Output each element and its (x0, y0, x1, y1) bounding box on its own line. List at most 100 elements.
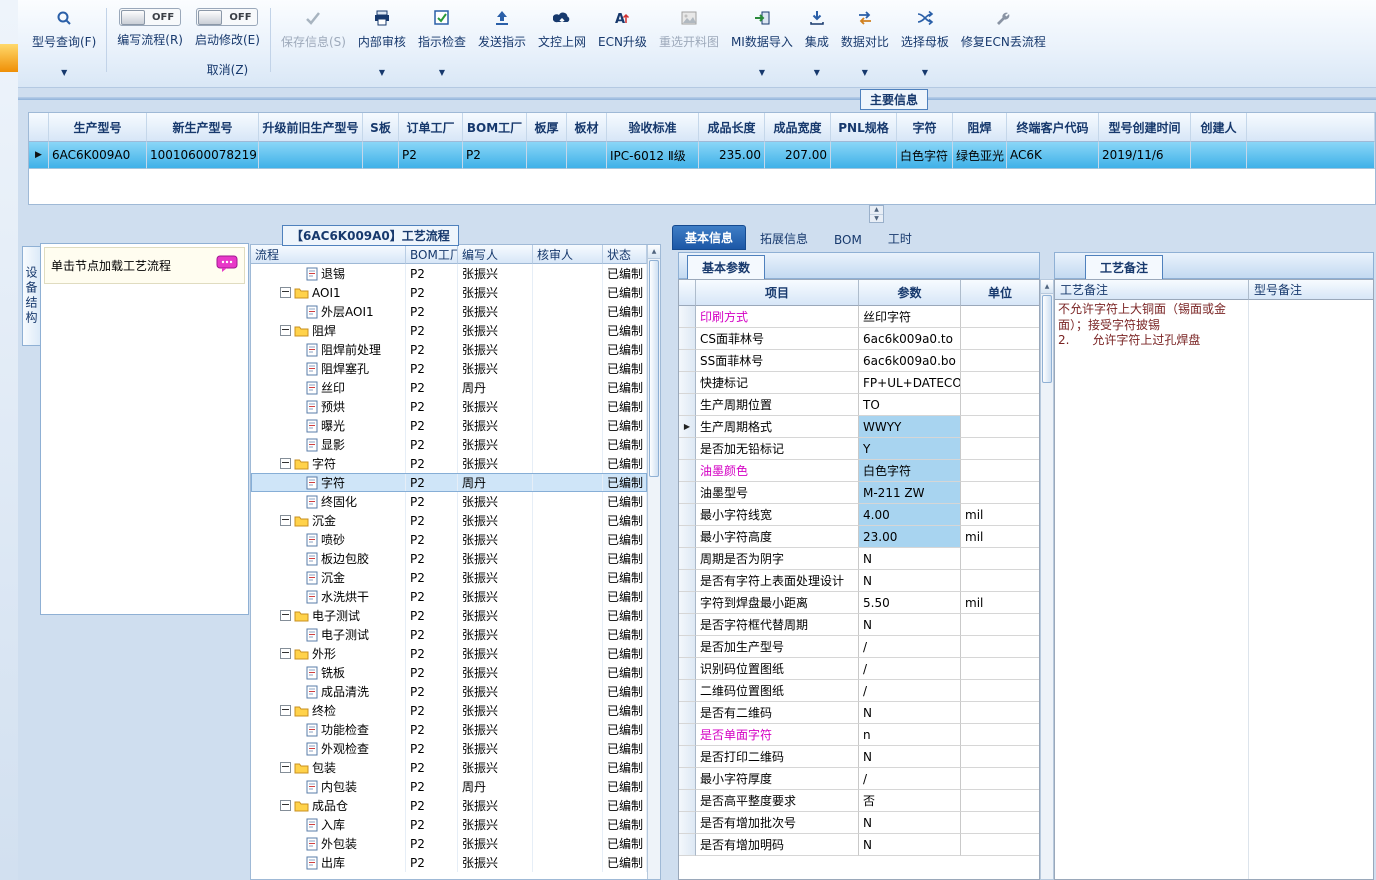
param-value[interactable]: 白色字符 (859, 460, 961, 482)
flow-row[interactable]: 功能检查 P2 张振兴 已编制 (251, 720, 647, 739)
flow-scrollbar[interactable]: ▲ (647, 245, 660, 879)
tab-extended-info[interactable]: 拓展信息 (748, 227, 820, 250)
column-header[interactable]: BOM工厂 (406, 245, 458, 264)
column-header[interactable]: PNL规格 (831, 113, 897, 142)
flow-row[interactable]: 字符 P2 周丹 已编制 (251, 473, 647, 492)
flow-row[interactable]: 喷砂 P2 张振兴 已编制 (251, 530, 647, 549)
collapse-icon[interactable] (280, 762, 291, 773)
flow-row[interactable]: 入库 P2 张振兴 已编制 (251, 815, 647, 834)
scrollbar-thumb[interactable] (1042, 295, 1052, 383)
flow-row[interactable]: AOI1 P2 张振兴 已编制 (251, 283, 647, 302)
select-mother-board-button[interactable]: 选择母板 ▼ (895, 6, 955, 78)
column-header[interactable]: 板厚 (527, 113, 567, 142)
flow-row[interactable]: 沉金 P2 张振兴 已编制 (251, 568, 647, 587)
flow-row[interactable]: 终检 P2 张振兴 已编制 (251, 701, 647, 720)
flow-row[interactable]: 成品清洗 P2 张振兴 已编制 (251, 682, 647, 701)
param-row[interactable]: 是否加无铅标记 Y (679, 438, 1039, 460)
flow-row[interactable]: 预烘 P2 张振兴 已编制 (251, 397, 647, 416)
param-row[interactable]: 是否高平整度要求 否 (679, 790, 1039, 812)
param-row[interactable]: 油墨颜色 白色字符 (679, 460, 1039, 482)
flow-row[interactable]: 成品仓 P2 张振兴 已编制 (251, 796, 647, 815)
scrollbar-thumb[interactable] (649, 260, 659, 477)
param-scrollbar[interactable]: ▲ (1040, 279, 1054, 880)
chevron-down-icon[interactable]: ▼ (61, 68, 67, 78)
column-header[interactable]: 生产型号 (49, 113, 147, 142)
param-row[interactable]: 最小字符线宽 4.00 mil (679, 504, 1039, 526)
param-row[interactable]: 油墨型号 M-211 ZW (679, 482, 1039, 504)
column-header[interactable]: 单位 (961, 280, 1039, 306)
param-value[interactable]: N (859, 570, 961, 592)
param-value[interactable]: 23.00 (859, 526, 961, 548)
basic-params-tab[interactable]: 基本参数 (687, 255, 766, 279)
chevron-down-icon[interactable]: ▼ (439, 68, 445, 78)
column-header[interactable]: 板材 (567, 113, 607, 142)
structure-vertical-tab[interactable]: 设备结构 (22, 246, 41, 346)
param-row[interactable]: 是否打印二维码 N (679, 746, 1039, 768)
flow-row[interactable]: 曝光 P2 张振兴 已编制 (251, 416, 647, 435)
start-edit-toggle[interactable]: OFF (196, 8, 259, 26)
column-header[interactable]: 创建人 (1191, 113, 1247, 142)
param-value[interactable]: Y (859, 438, 961, 460)
param-row[interactable]: 二维码位置图纸 / (679, 680, 1039, 702)
chevron-down-icon[interactable]: ▼ (759, 68, 765, 78)
flow-row[interactable]: 板边包胶 P2 张振兴 已编制 (251, 549, 647, 568)
param-row[interactable]: SS面菲林号 6ac6k009a0.bo (679, 350, 1039, 372)
param-value[interactable]: 6ac6k009a0.bo (859, 350, 961, 372)
column-header[interactable]: 编写人 (458, 245, 533, 264)
column-header[interactable]: 终端客户代码 (1007, 113, 1099, 142)
param-row[interactable]: 是否有增加明码 N (679, 834, 1039, 856)
flow-row[interactable]: 外包装 P2 张振兴 已编制 (251, 834, 647, 853)
param-value[interactable]: 4.00 (859, 504, 961, 526)
flow-row[interactable]: 退锡 P2 张振兴 已编制 (251, 264, 647, 283)
flow-row[interactable]: 显影 P2 张振兴 已编制 (251, 435, 647, 454)
scroll-up-icon[interactable]: ▲ (1041, 280, 1053, 294)
param-row[interactable]: 是否单面字符 n (679, 724, 1039, 746)
column-header[interactable]: 成品长度 (699, 113, 765, 142)
param-value[interactable]: / (859, 636, 961, 658)
scroll-up-icon[interactable]: ▲ (870, 206, 883, 215)
param-row[interactable]: 是否有二维码 N (679, 702, 1039, 724)
param-value[interactable]: / (859, 768, 961, 790)
param-value[interactable]: N (859, 614, 961, 636)
param-row[interactable]: CS面菲林号 6ac6k009a0.to (679, 328, 1039, 350)
param-value[interactable]: n (859, 724, 961, 746)
process-note-text[interactable]: 不允许字符上大铜面（锡面或金面）；接受字符披锡 2. 允许字符上过孔焊盘 (1058, 302, 1244, 349)
param-value[interactable]: M-211 ZW (859, 482, 961, 504)
param-row[interactable]: 快捷标记 FP+UL+DATECODE (679, 372, 1039, 394)
param-value[interactable]: N (859, 812, 961, 834)
column-header[interactable]: 状态 (603, 245, 647, 264)
scroll-up-icon[interactable]: ▲ (648, 245, 660, 259)
column-header[interactable]: 验收标准 (607, 113, 699, 142)
tab-work-hours[interactable]: 工时 (876, 227, 924, 250)
integrate-button[interactable]: 集成 ▼ (799, 6, 835, 78)
column-header[interactable]: 升级前旧生产型号 (259, 113, 363, 142)
column-header[interactable]: 核审人 (533, 245, 603, 264)
column-header[interactable]: 参数 (859, 280, 961, 306)
param-value[interactable]: 5.50 (859, 592, 961, 614)
mini-scrollbar[interactable]: ▲ ▼ (869, 205, 884, 223)
doc-upload-button[interactable]: 文控上网 (532, 6, 592, 78)
tab-bom[interactable]: BOM (822, 230, 874, 250)
flow-row[interactable]: 包装 P2 张振兴 已编制 (251, 758, 647, 777)
scroll-down-icon[interactable]: ▼ (870, 215, 883, 223)
instruction-check-button[interactable]: 指示检查 ▼ (412, 6, 472, 78)
collapse-icon[interactable] (280, 800, 291, 811)
flow-row[interactable]: 字符 P2 张振兴 已编制 (251, 454, 647, 473)
flow-row[interactable]: 阻焊前处理 P2 张振兴 已编制 (251, 340, 647, 359)
collapse-icon[interactable] (280, 648, 291, 659)
column-header[interactable]: 成品宽度 (765, 113, 831, 142)
collapse-icon[interactable] (280, 325, 291, 336)
column-header[interactable]: 字符 (897, 113, 953, 142)
chevron-down-icon[interactable]: ▼ (922, 68, 928, 78)
column-header[interactable]: 型号备注 (1249, 280, 1373, 300)
process-notes-tab[interactable]: 工艺备注 (1085, 255, 1164, 279)
param-value[interactable]: FP+UL+DATECODE (859, 372, 961, 394)
flow-row[interactable]: 阻焊塞孔 P2 张振兴 已编制 (251, 359, 647, 378)
param-row[interactable]: 生产周期位置 TO (679, 394, 1039, 416)
model-query-button[interactable]: 型号查询(F) ▼ (26, 6, 102, 78)
chevron-down-icon[interactable]: ▼ (862, 68, 868, 78)
tab-basic-info[interactable]: 基本信息 (672, 225, 747, 250)
param-row[interactable]: 字符到焊盘最小距离 5.50 mil (679, 592, 1039, 614)
param-row[interactable]: 周期是否为阴字 N (679, 548, 1039, 570)
param-row[interactable]: 印刷方式 丝印字符 (679, 306, 1039, 328)
